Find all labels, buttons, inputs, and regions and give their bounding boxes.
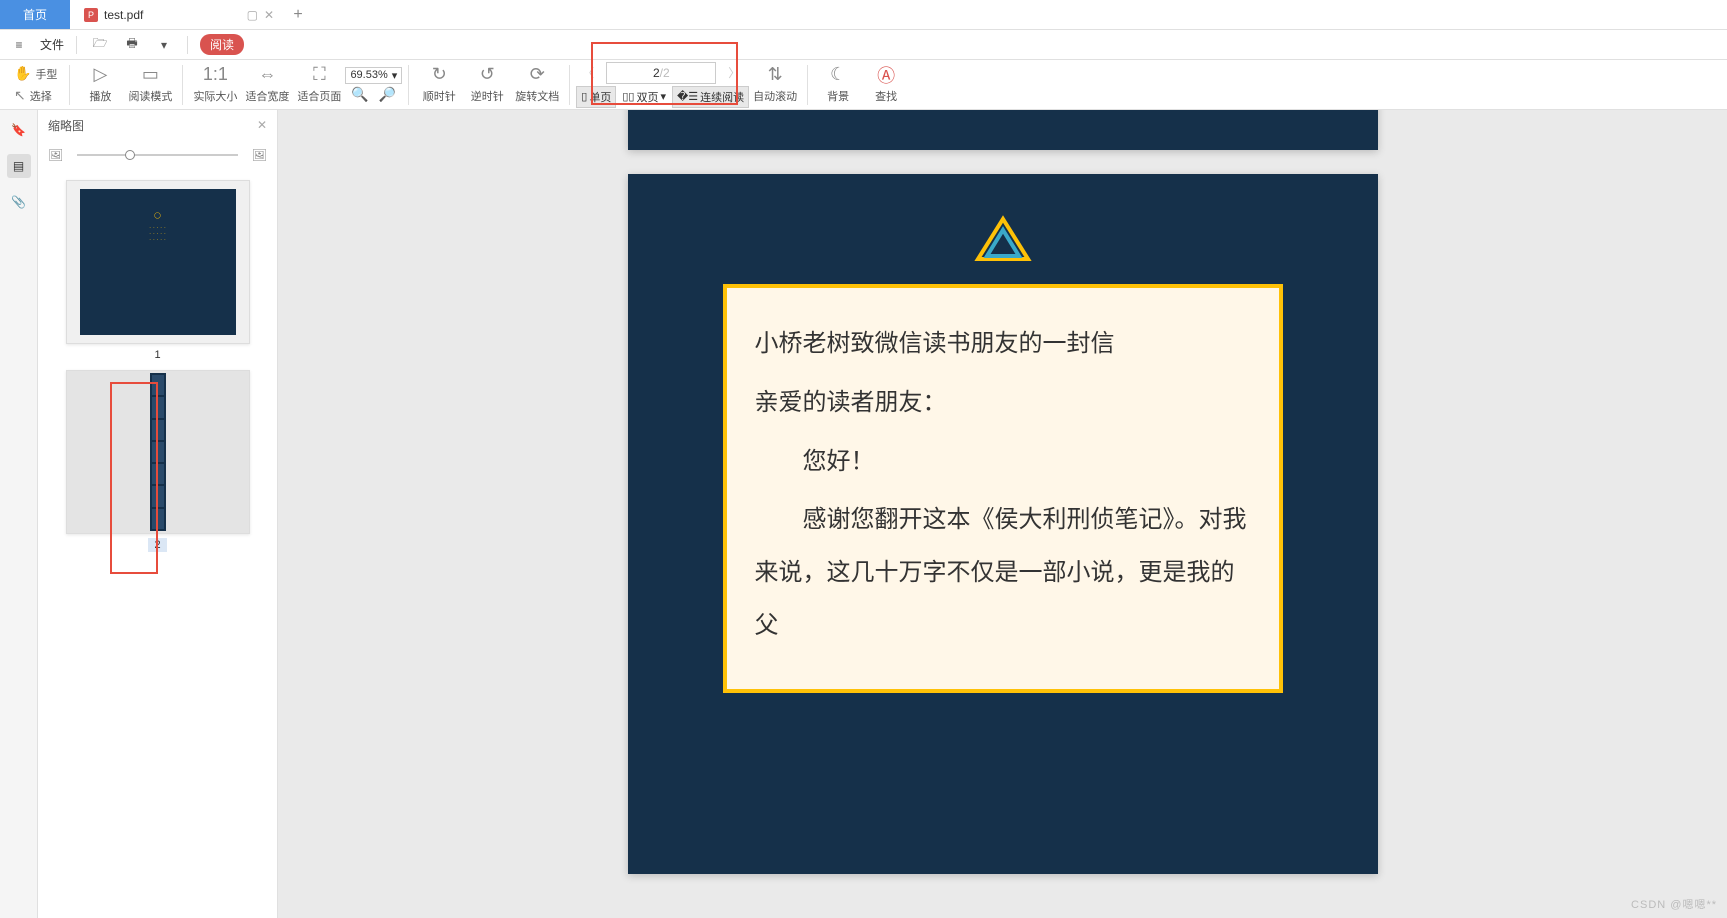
hamburger-icon[interactable]: ≡ <box>8 34 30 56</box>
rotate-cw-button[interactable]: ↻顺时针 <box>415 62 463 108</box>
prev-page-button[interactable]: 〈 <box>576 64 600 81</box>
rotate-doc-button[interactable]: ⟳旋转文档 <box>511 62 563 108</box>
tab-strip: 首页 P test.pdf ▢ ✕ + <box>0 0 1727 30</box>
rotate-doc-icon: ⟳ <box>530 64 545 86</box>
rotate-ccw-button[interactable]: ↺逆时针 <box>463 62 511 108</box>
find-icon: Ⓐ <box>877 64 895 86</box>
auto-scroll-icon: ⇅ <box>768 64 783 86</box>
single-page-button[interactable]: ▯单页 <box>576 86 616 108</box>
fit-width-button[interactable]: ⇔适合宽度 <box>241 62 293 108</box>
hand-tool[interactable]: ✋手型 <box>8 63 63 85</box>
background-button[interactable]: ☾背景 <box>814 62 862 108</box>
continuous-button[interactable]: �☰连续阅读 <box>672 86 749 108</box>
sidebar-close-icon[interactable]: ✕ <box>257 118 267 132</box>
select-tool[interactable]: ↖选择 <box>8 85 58 107</box>
rotate-cw-icon: ↻ <box>432 64 447 86</box>
play-button[interactable]: ▷播放 <box>76 62 124 108</box>
tab-file[interactable]: P test.pdf ▢ ✕ <box>70 0 280 29</box>
menubar: ≡ 文件 🗁 🖶 ▾ 阅读 <box>0 30 1727 60</box>
thumb-size-slider[interactable] <box>77 154 238 156</box>
read-badge[interactable]: 阅读 <box>200 34 244 55</box>
main-area: 🔖 ▤ 📎 缩略图 ✕ 🖼 🖼 ◯· · · · ·· · · · ·· · ·… <box>0 110 1727 918</box>
zoom-select[interactable]: 69.53%▾ <box>345 67 402 84</box>
bookmark-icon[interactable]: 🔖 <box>7 118 31 142</box>
page-input[interactable]: 2/2 <box>606 62 716 84</box>
attachment-icon[interactable]: 📎 <box>7 190 31 214</box>
one-to-one-icon: 1:1 <box>203 64 228 86</box>
letter-greeting: 亲爱的读者朋友： <box>755 377 1251 430</box>
sidebar: 缩略图 ✕ 🖼 🖼 ◯· · · · ·· · · · ·· · · · · 1… <box>38 110 278 918</box>
single-page-icon: ▯ <box>581 90 587 103</box>
dropdown-icon[interactable]: ▾ <box>153 34 175 56</box>
pdf-icon: P <box>84 8 98 22</box>
fit-page-icon: ⛶ <box>313 64 326 86</box>
letter-content: 小桥老树致微信读书朋友的一封信 亲爱的读者朋友： 您好！ 感谢您翻开这本《侯大利… <box>723 284 1283 693</box>
page-nav: 〈 2/2 〉 <box>576 62 749 84</box>
fit-width-icon: ⇔ <box>258 64 276 86</box>
continuous-icon: �☰ <box>677 90 698 103</box>
thumbnail-2-label: 2 <box>148 538 166 552</box>
read-mode-button[interactable]: ▭阅读模式 <box>124 62 176 108</box>
sidebar-title: 缩略图 <box>48 117 84 134</box>
toolbar: ✋手型 ↖选择 ▷播放 ▭阅读模式 1:1实际大小 ⇔适合宽度 ⛶适合页面 69… <box>0 60 1727 110</box>
thumbnails-icon[interactable]: ▤ <box>7 154 31 178</box>
left-rail: 🔖 ▤ 📎 <box>0 110 38 918</box>
tab-add[interactable]: + <box>280 0 316 29</box>
next-page-button[interactable]: 〉 <box>722 64 746 81</box>
moon-icon: ☾ <box>830 64 846 86</box>
play-icon: ▷ <box>94 64 108 86</box>
actual-size-button[interactable]: 1:1实际大小 <box>189 62 241 108</box>
letter-hello: 您好！ <box>755 436 1251 489</box>
letter-title: 小桥老树致微信读书朋友的一封信 <box>755 318 1251 371</box>
zoom-in-icon[interactable]: 🔎 <box>379 86 396 103</box>
file-menu[interactable]: 文件 <box>40 36 64 53</box>
page-1-tail <box>628 110 1378 150</box>
chevron-down-icon: ▾ <box>392 69 398 82</box>
auto-scroll-button[interactable]: ⇅自动滚动 <box>749 62 801 108</box>
thumbnail-1[interactable]: ◯· · · · ·· · · · ·· · · · · 1 <box>66 180 250 362</box>
sidebar-header: 缩略图 ✕ <box>38 110 277 140</box>
fit-page-button[interactable]: ⛶适合页面 <box>293 62 345 108</box>
zoom-out-icon[interactable]: 🔍 <box>351 86 368 103</box>
sidebar-tools: 🖼 🖼 <box>38 140 277 170</box>
double-page-icon: ▯▯ <box>622 90 634 103</box>
print-icon[interactable]: 🖶 <box>121 34 143 56</box>
tab-restore-icon[interactable]: ▢ <box>247 8 258 22</box>
thumbnail-2[interactable]: 2 <box>66 370 250 552</box>
thumbnail-1-label: 1 <box>148 348 166 362</box>
book-icon: ▭ <box>142 64 159 86</box>
thumb-small-icon[interactable]: 🖼 <box>48 148 63 162</box>
open-icon[interactable]: 🗁 <box>89 34 111 56</box>
double-page-button[interactable]: ▯▯双页▾ <box>618 86 670 108</box>
watermark: CSDN @嗯嗯** <box>1631 896 1717 912</box>
thumbnail-list: ◯· · · · ·· · · · ·· · · · · 1 2 <box>38 170 277 918</box>
rotate-ccw-icon: ↺ <box>480 64 495 86</box>
viewer[interactable]: 小桥老树致微信读书朋友的一封信 亲爱的读者朋友： 您好！ 感谢您翻开这本《侯大利… <box>278 110 1727 918</box>
page-2: 小桥老树致微信读书朋友的一封信 亲爱的读者朋友： 您好！ 感谢您翻开这本《侯大利… <box>628 174 1378 874</box>
letter-body: 感谢您翻开这本《侯大利刑侦笔记》。对我来说，这几十万字不仅是一部小说，更是我的父 <box>755 494 1251 652</box>
tab-home[interactable]: 首页 <box>0 0 70 29</box>
thumb-large-icon[interactable]: 🖼 <box>252 148 267 162</box>
cursor-icon: ↖ <box>14 85 26 107</box>
triangle-logo-icon <box>973 214 1033 264</box>
tab-close-icon[interactable]: ✕ <box>264 8 274 22</box>
tab-file-label: test.pdf <box>104 8 143 22</box>
find-button[interactable]: Ⓐ查找 <box>862 62 910 108</box>
hand-icon: ✋ <box>14 63 31 85</box>
